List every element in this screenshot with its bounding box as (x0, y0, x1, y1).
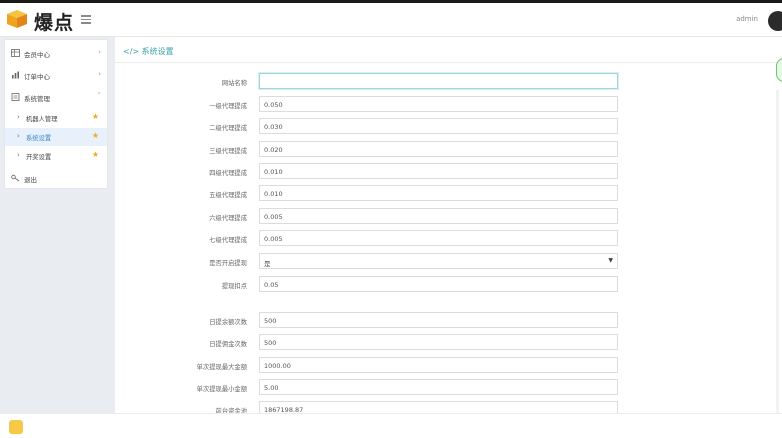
document-icon (11, 93, 20, 101)
star-icon: ★ (91, 150, 99, 159)
sidebar-subitem-label: 机器人管理 (26, 116, 58, 123)
code-icon: </> (123, 47, 140, 56)
sidebar-area: 会员中心 › 订单中心 › 系统管理 ˅ › 机器人管理 ★ › 系统设置 ★ … (0, 37, 115, 413)
menu-toggle-icon[interactable] (81, 15, 91, 24)
max-withdraw-input[interactable]: 1000.00 (259, 357, 618, 373)
top-header: 爆点 admin (0, 3, 782, 37)
key-icon (11, 174, 20, 182)
sidebar-item-system[interactable]: 系统管理 ˅ (5, 87, 107, 107)
chevron-right-icon: › (17, 113, 20, 121)
withdraw-enabled-select[interactable]: 是 ▼ (259, 253, 618, 269)
agent-level-5-input[interactable]: 0.010 (259, 185, 618, 201)
min-withdraw-input[interactable]: 5.00 (259, 379, 618, 395)
daily-commission-withdraw-input[interactable]: 500 (259, 334, 618, 350)
chevron-down-icon: ˅ (97, 92, 102, 100)
site-name-input[interactable] (259, 73, 618, 89)
caret-down-icon: ▼ (608, 257, 613, 264)
form-label: 六级代理提成 (209, 215, 247, 222)
form-label: 单次提现最小金额 (196, 386, 247, 393)
sidebar-item-orders[interactable]: 订单中心 › (5, 65, 107, 85)
agent-level-6-input[interactable]: 0.005 (259, 208, 618, 224)
table-icon (11, 49, 20, 57)
form-label: 五级代理提成 (209, 192, 247, 199)
form-label: 提现扣点 (221, 283, 247, 290)
form-label: 四级代理提成 (209, 170, 247, 177)
bar-chart-icon (12, 71, 19, 79)
floating-widget-icon[interactable] (776, 58, 782, 82)
sidebar-subitem-robot[interactable]: › 机器人管理 ★ (5, 109, 107, 127)
sidebar-item-label: 系统管理 (24, 95, 50, 103)
sidebar-subitem-lottery[interactable]: › 开奖设置 ★ (5, 147, 107, 165)
agent-level-4-input[interactable]: 0.010 (259, 163, 618, 179)
withdraw-fee-input[interactable]: 0.05 (259, 276, 618, 292)
sidebar-item-members[interactable]: 会员中心 › (5, 43, 107, 63)
form-label: 三级代理提成 (209, 148, 247, 155)
bottom-strip (0, 413, 782, 438)
daily-balance-withdraw-input[interactable]: 500 (259, 312, 618, 328)
form-label: 是否开启提现 (209, 260, 247, 267)
scrollbar[interactable] (776, 90, 779, 413)
logo-text: 爆点 (34, 12, 75, 34)
sidebar-item-label: 订单中心 (24, 73, 50, 81)
form-label: 日提余额次数 (209, 319, 247, 326)
agent-level-7-input[interactable]: 0.005 (259, 230, 618, 246)
agent-level-1-input[interactable]: 0.050 (259, 96, 618, 112)
form-label: 网站名称 (221, 80, 247, 87)
user-name[interactable]: admin (736, 15, 758, 23)
sidebar-item-label: 会员中心 (24, 51, 50, 59)
sidebar-subitem-label: 系统设置 (26, 135, 52, 142)
form-label: 七级代理提成 (209, 237, 247, 244)
sidebar-subitem-label: 开奖设置 (26, 154, 52, 161)
select-value: 是 (264, 260, 271, 268)
sidebar-subitem-settings[interactable]: › 系统设置 ★ (5, 128, 107, 146)
logo-icon[interactable] (6, 9, 28, 29)
page-title: </> 系统设置 (123, 46, 174, 57)
chevron-right-icon: › (98, 70, 101, 78)
page-title-text: 系统设置 (141, 47, 174, 56)
logo-icon (9, 420, 23, 434)
chevron-right-icon: › (17, 132, 20, 140)
avatar[interactable] (768, 11, 782, 31)
star-icon: ★ (91, 131, 99, 140)
agent-level-3-input[interactable]: 0.020 (259, 141, 618, 157)
chevron-right-icon: › (98, 48, 101, 56)
chevron-right-icon: › (17, 151, 20, 159)
divider (115, 62, 782, 63)
sidebar: 会员中心 › 订单中心 › 系统管理 ˅ › 机器人管理 ★ › 系统设置 ★ … (4, 39, 108, 189)
form-label: 二级代理提成 (209, 125, 247, 132)
star-icon: ★ (91, 112, 99, 121)
form-label: 日提佣金次数 (209, 341, 247, 348)
form-label: 一级代理提成 (209, 103, 247, 110)
sidebar-item-logout[interactable]: 退出 (5, 168, 107, 188)
sidebar-item-label: 退出 (24, 176, 37, 184)
agent-level-2-input[interactable]: 0.030 (259, 118, 618, 134)
form-label: 单次提现最大金额 (196, 364, 247, 371)
